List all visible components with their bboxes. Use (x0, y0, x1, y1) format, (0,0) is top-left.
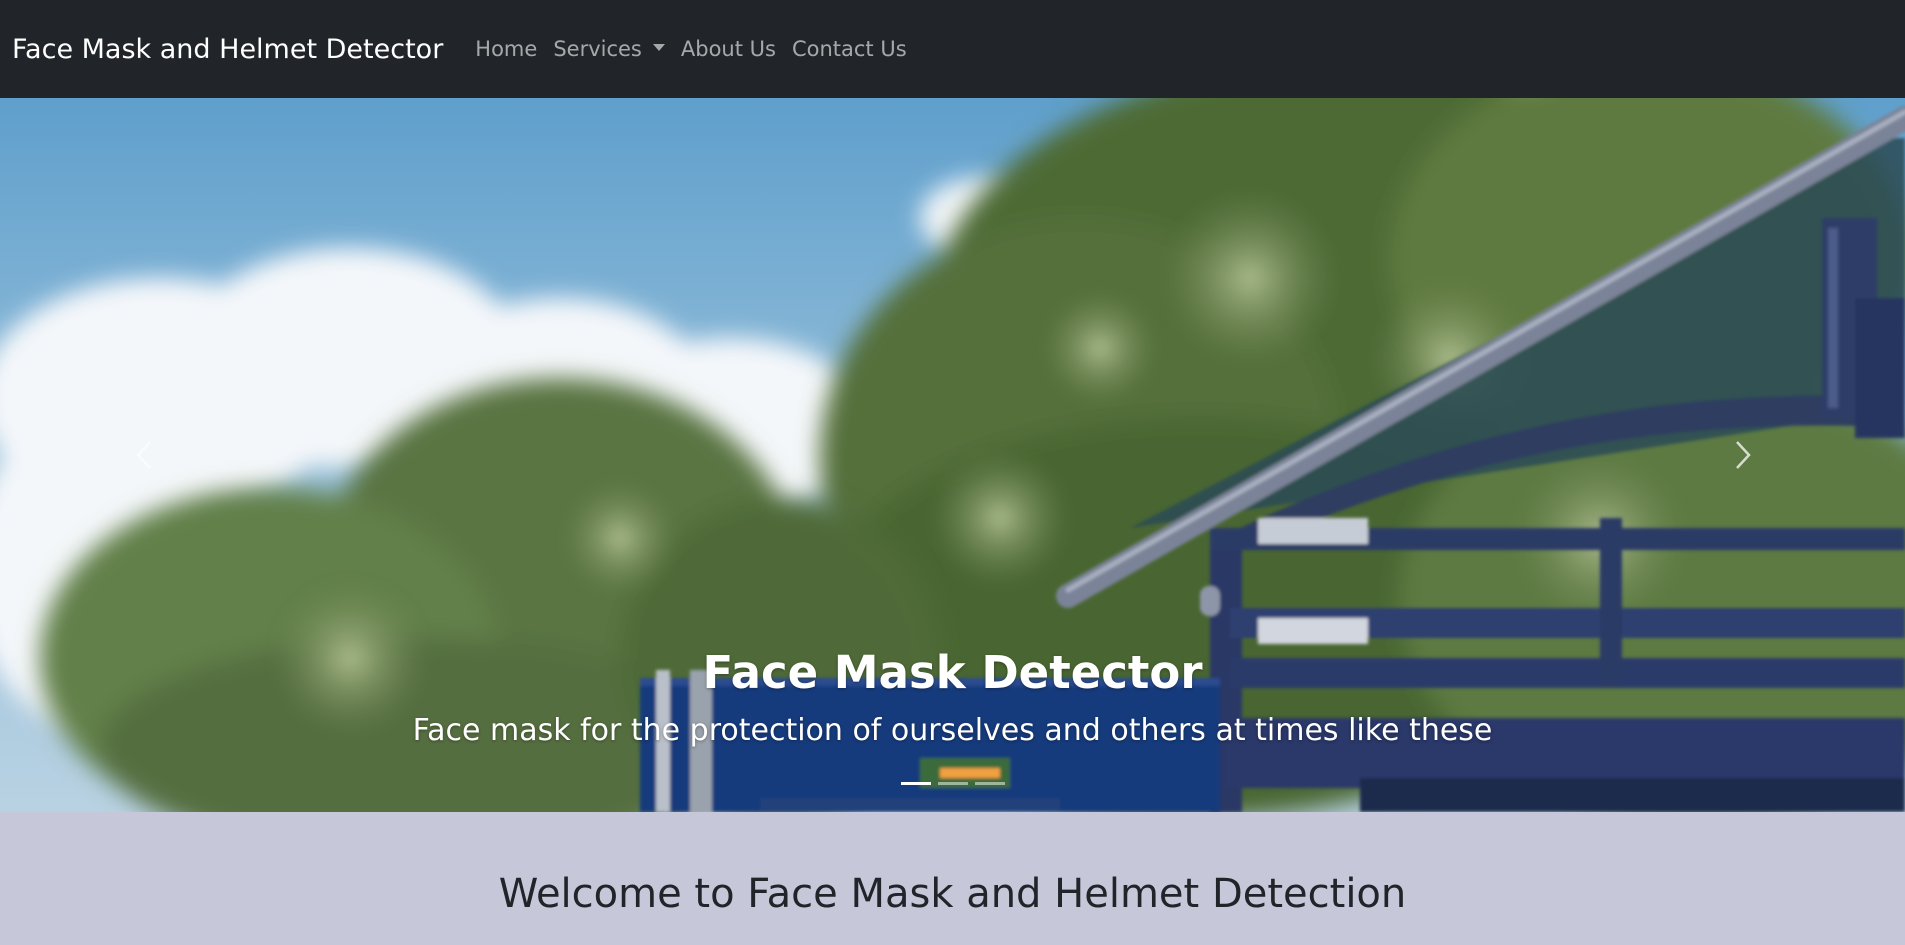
slide-image-bus-stop-trees (0, 98, 1905, 812)
carousel-indicators (0, 782, 1905, 785)
carousel-indicator-1[interactable] (900, 782, 931, 785)
nav-link-services-dropdown[interactable]: Services (545, 37, 673, 61)
carousel-indicator-2[interactable] (937, 782, 968, 785)
nav-link-contact-us[interactable]: Contact Us (784, 37, 915, 61)
carousel-caption-text: Face mask for the protection of ourselve… (412, 713, 1493, 748)
welcome-heading: Welcome to Face Mask and Helmet Detectio… (498, 871, 1407, 917)
hero-carousel: Face Mask Detector Face mask for the pro… (0, 98, 1905, 812)
carousel-next-control[interactable] (1643, 98, 1843, 812)
carousel-indicator-3[interactable] (974, 782, 1005, 785)
top-navbar: Face Mask and Helmet Detector Home Servi… (0, 0, 1905, 98)
carousel-prev-control[interactable] (44, 98, 244, 812)
navbar-brand[interactable]: Face Mask and Helmet Detector (12, 34, 443, 65)
caret-down-icon (652, 43, 665, 51)
welcome-section: Welcome to Face Mask and Helmet Detectio… (0, 812, 1905, 945)
chevron-left-icon (136, 441, 151, 469)
nav-menu: Home Services About Us Contact Us (467, 37, 914, 61)
chevron-right-icon (1736, 441, 1751, 469)
carousel-caption-title: Face Mask Detector (702, 646, 1203, 699)
nav-link-home[interactable]: Home (467, 37, 545, 61)
nav-link-services-label: Services (553, 37, 642, 61)
nav-link-about-us[interactable]: About Us (673, 37, 784, 61)
